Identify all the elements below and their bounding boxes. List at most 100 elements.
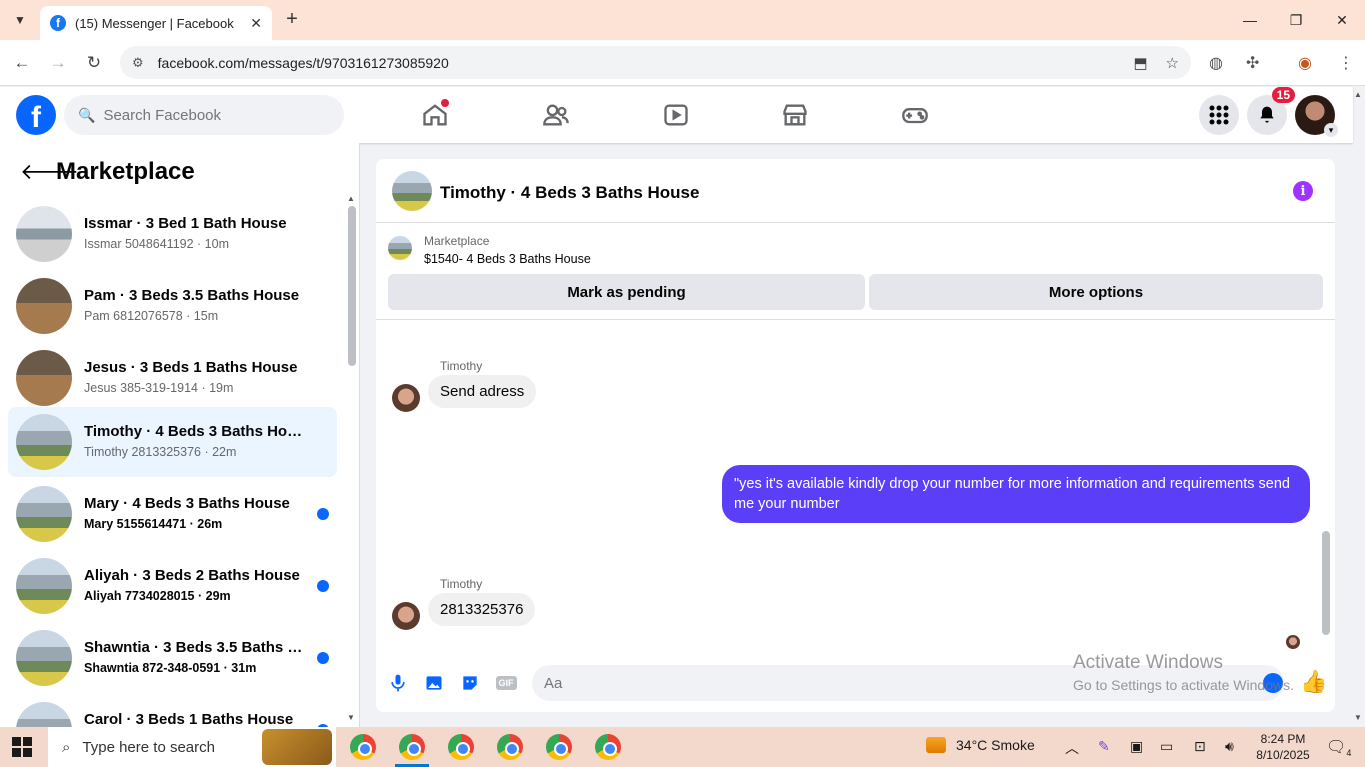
friends-icon[interactable] bbox=[536, 97, 576, 133]
notifications-bell-icon[interactable]: 15 bbox=[1247, 87, 1295, 135]
new-tab-icon[interactable]: + bbox=[282, 8, 302, 31]
globe-extension-icon[interactable]: ◍ bbox=[1209, 53, 1223, 73]
home-notification-dot bbox=[441, 99, 449, 107]
chrome-app-icon[interactable] bbox=[497, 734, 523, 760]
listing-thumbnail bbox=[16, 278, 72, 334]
network-icon[interactable]: ⊡ bbox=[1194, 738, 1206, 755]
browser-toolbar: ← → ↻ ⚙ facebook.com/messages/t/97031612… bbox=[0, 40, 1365, 86]
message-thread: Timothy Send adress "yes it's available … bbox=[376, 321, 1335, 651]
address-bar[interactable]: ⚙ facebook.com/messages/t/97031612730859… bbox=[120, 46, 1191, 79]
marketplace-icon[interactable] bbox=[775, 97, 815, 133]
bookmark-star-icon[interactable]: ☆ bbox=[1166, 54, 1179, 72]
gaming-icon[interactable] bbox=[895, 97, 935, 133]
chat-scrollbar[interactable] bbox=[1322, 531, 1330, 635]
volume-icon[interactable]: 🔊︎ bbox=[1225, 738, 1234, 755]
chrome-app-icon[interactable] bbox=[546, 734, 572, 760]
video-icon[interactable] bbox=[656, 97, 696, 133]
incoming-message: 2813325376 bbox=[428, 593, 536, 626]
restore-icon[interactable]: ❐ bbox=[1273, 0, 1319, 40]
notification-center-icon[interactable]: 🗨4 bbox=[1326, 737, 1351, 758]
message-sender: Timothy bbox=[440, 359, 483, 373]
browser-menu-icon[interactable]: ⋮ bbox=[1338, 53, 1354, 73]
notification-center-count: 4 bbox=[1346, 748, 1352, 759]
conversation-item[interactable]: Jesus · 3 Beds 1 Baths House Jesus 385-3… bbox=[8, 343, 337, 413]
conversation-meta: Timothy 2813325376 · 22m bbox=[84, 445, 237, 459]
photo-icon[interactable] bbox=[422, 671, 446, 695]
conversation-item[interactable]: Aliyah · 3 Beds 2 Baths House Aliyah 773… bbox=[8, 551, 337, 621]
listing-thumbnail bbox=[16, 486, 72, 542]
facebook-header: f 🔍 15 ▾ bbox=[0, 87, 1353, 143]
chat-panel: Timothy · 4 Beds 3 Baths House i Marketp… bbox=[376, 159, 1335, 712]
battery-icon[interactable]: ▭ bbox=[1160, 738, 1173, 755]
install-app-icon[interactable]: ⬒ bbox=[1133, 54, 1147, 72]
thumbs-up-icon[interactable]: 👍 bbox=[1300, 669, 1327, 695]
seen-receipt-avatar bbox=[1286, 635, 1300, 649]
page-scroll-down-icon[interactable]: ▼ bbox=[1354, 713, 1362, 722]
tray-chevron-up-icon[interactable]: ︿ bbox=[1065, 738, 1079, 758]
sender-avatar[interactable] bbox=[392, 384, 420, 412]
sticker-icon[interactable] bbox=[458, 671, 482, 695]
chrome-app-icon[interactable] bbox=[399, 734, 425, 760]
browser-tab[interactable]: f (15) Messenger | Facebook ✕ bbox=[40, 6, 272, 40]
listing-title[interactable]: $1540- 4 Beds 3 Baths House bbox=[424, 252, 591, 266]
pen-icon[interactable]: ✎ bbox=[1098, 738, 1110, 755]
facebook-logo-icon[interactable]: f bbox=[16, 95, 56, 135]
sidebar-scroll-up-icon[interactable]: ▲ bbox=[347, 194, 355, 203]
facebook-search[interactable]: 🔍 bbox=[64, 95, 344, 135]
sidebar-scroll-down-icon[interactable]: ▼ bbox=[347, 713, 355, 722]
conversation-item[interactable]: Mary · 4 Beds 3 Baths House Mary 5155614… bbox=[8, 479, 337, 549]
conversation-name: Issmar · 3 Bed 1 Bath House bbox=[84, 215, 287, 232]
weather-widget[interactable]: 34°C Smoke bbox=[926, 737, 1035, 753]
conversation-meta: Jesus 385-319-1914 · 19m bbox=[84, 381, 234, 395]
url-text[interactable]: facebook.com/messages/t/9703161273085920 bbox=[158, 55, 1116, 71]
message-input[interactable] bbox=[532, 665, 1284, 701]
back-arrow-icon[interactable]: 🡐 bbox=[20, 159, 79, 185]
account-avatar[interactable]: ▾ bbox=[1295, 95, 1338, 137]
chrome-app-icon[interactable] bbox=[448, 734, 474, 760]
gif-icon[interactable]: GIF bbox=[494, 671, 518, 695]
chrome-app-icon[interactable] bbox=[595, 734, 621, 760]
search-highlight-image bbox=[262, 729, 332, 765]
chrome-app-icon[interactable] bbox=[350, 734, 376, 760]
reload-icon[interactable]: ↻ bbox=[83, 52, 105, 74]
conversation-name: Pam · 3 Beds 3.5 Baths House bbox=[84, 287, 300, 304]
listing-thumbnail bbox=[16, 558, 72, 614]
tab-search-dropdown-icon[interactable]: ▼ bbox=[8, 8, 32, 32]
windows-taskbar: ⌕ Type here to search 34°C Smoke ︿ ✎ ▣ ▭… bbox=[0, 727, 1365, 767]
chat-title[interactable]: Timothy · 4 Beds 3 Baths House bbox=[440, 183, 699, 203]
minimize-icon[interactable]: — bbox=[1227, 0, 1273, 40]
windows-start-icon[interactable] bbox=[12, 737, 32, 757]
forward-icon[interactable]: → bbox=[47, 52, 69, 74]
conversation-item[interactable]: Issmar · 3 Bed 1 Bath House Issmar 50486… bbox=[8, 199, 337, 269]
conversation-item-active[interactable]: Timothy · 4 Beds 3 Baths House Timothy 2… bbox=[8, 407, 337, 477]
taskbar-clock[interactable]: 8:24 PM 8/10/2025 bbox=[1255, 731, 1311, 763]
extensions-puzzle-icon[interactable]: ✣ bbox=[1246, 53, 1259, 73]
taskbar-search[interactable]: ⌕ Type here to search bbox=[48, 727, 336, 767]
back-icon[interactable]: ← bbox=[11, 52, 33, 74]
conversation-meta: Aliyah 7734028015 · 29m bbox=[84, 589, 231, 603]
incoming-message: Send adress bbox=[428, 375, 537, 408]
microphone-icon[interactable] bbox=[386, 671, 410, 695]
home-icon[interactable] bbox=[415, 97, 455, 133]
chat-listing-thumbnail[interactable] bbox=[392, 171, 432, 211]
emoji-icon[interactable] bbox=[1263, 673, 1283, 693]
meet-icon[interactable]: ▣ bbox=[1130, 738, 1143, 755]
sidebar-scrollbar[interactable] bbox=[348, 206, 356, 366]
logo-letter: f bbox=[31, 101, 41, 134]
site-info-icon[interactable]: ⚙ bbox=[132, 55, 144, 71]
conversation-item[interactable]: Shawntia · 3 Beds 3.5 Baths H... Shawnti… bbox=[8, 623, 337, 693]
marketplace-listing-strip: Marketplace $1540- 4 Beds 3 Baths House … bbox=[376, 224, 1335, 320]
menu-grid-icon[interactable] bbox=[1199, 95, 1239, 135]
mark-as-pending-button[interactable]: Mark as pending bbox=[388, 274, 865, 310]
chat-header: Timothy · 4 Beds 3 Baths House i bbox=[376, 159, 1335, 223]
page-scroll-up-icon[interactable]: ▲ bbox=[1354, 90, 1362, 99]
conversation-item[interactable]: Pam · 3 Beds 3.5 Baths House Pam 6812076… bbox=[8, 271, 337, 341]
profile-icon[interactable]: ◉ bbox=[1298, 53, 1312, 73]
tab-close-icon[interactable]: ✕ bbox=[250, 15, 262, 32]
info-icon[interactable]: i bbox=[1293, 181, 1313, 201]
search-input[interactable] bbox=[103, 106, 324, 124]
more-options-button[interactable]: More options bbox=[869, 274, 1323, 310]
conversation-item[interactable]: Carol · 3 Beds 1 Baths House bbox=[8, 695, 337, 727]
sender-avatar[interactable] bbox=[392, 602, 420, 630]
close-window-icon[interactable]: ✕ bbox=[1319, 0, 1365, 40]
